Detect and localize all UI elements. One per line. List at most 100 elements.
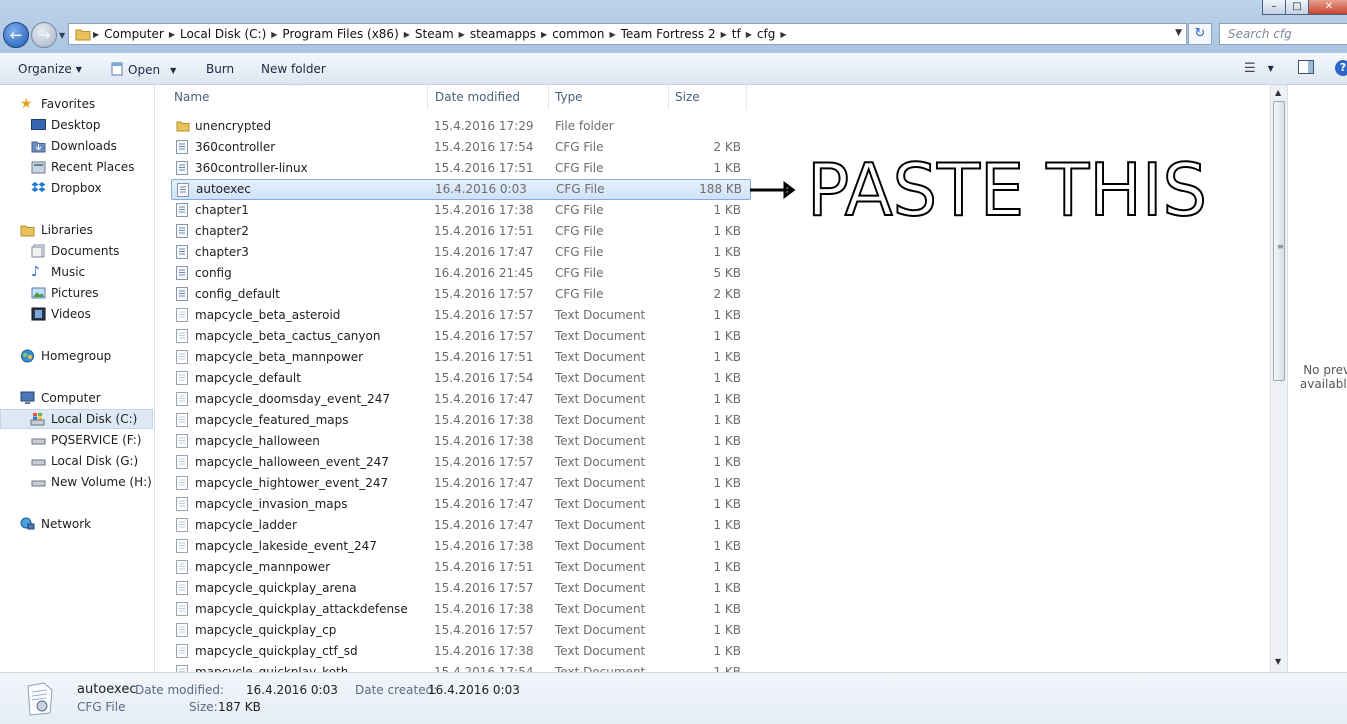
- file-row[interactable]: mapcycle_invasion_maps 15.4.2016 17:47 Tex…: [171, 494, 751, 515]
- nav-recent-places[interactable]: Recent Places: [0, 157, 153, 177]
- nav-homegroup[interactable]: Homegroup: [0, 346, 153, 366]
- search-input[interactable]: Search cfg: [1219, 23, 1347, 45]
- file-date-modified: 15.4.2016 17:38: [434, 644, 534, 658]
- change-view-button[interactable]: ☰ ▼: [1244, 61, 1274, 76]
- help-button[interactable]: ?: [1335, 60, 1347, 76]
- refresh-button[interactable]: ↻: [1188, 23, 1212, 45]
- file-row[interactable]: mapcycle_quickplay_attackdefense 15.4.201…: [171, 599, 751, 620]
- file-size: 1 KB: [713, 602, 741, 616]
- file-row[interactable]: mapcycle_doomsday_event_247 15.4.2016 17:…: [171, 389, 751, 410]
- file-row[interactable]: chapter2 15.4.2016 17:51 CFG File 1 KB: [171, 221, 751, 242]
- file-row[interactable]: mapcycle_halloween_event_247 15.4.2016 17…: [171, 452, 751, 473]
- open-button[interactable]: Open ▼: [110, 62, 176, 77]
- breadcrumb-team-fortress-2[interactable]: Team Fortress 2: [616, 27, 721, 41]
- file-row[interactable]: unencrypted 15.4.2016 17:29 File folder: [171, 116, 751, 137]
- nav-pictures[interactable]: Pictures: [0, 283, 153, 303]
- file-type: Text Document: [555, 623, 646, 637]
- file-row[interactable]: mapcycle_ladder 15.4.2016 17:47 Text Docum…: [171, 515, 751, 536]
- breadcrumb-common[interactable]: common: [547, 27, 609, 41]
- drive-icon: [31, 475, 46, 489]
- file-row[interactable]: mapcycle_default 15.4.2016 17:54 Text Docu…: [171, 368, 751, 389]
- file-row[interactable]: mapcycle_hightower_event_247 15.4.2016 17…: [171, 473, 751, 494]
- file-row[interactable]: config 16.4.2016 21:45 CFG File 5 KB: [171, 263, 751, 284]
- file-row[interactable]: mapcycle_lakeside_event_247 15.4.2016 17:…: [171, 536, 751, 557]
- file-type: Text Document: [555, 413, 646, 427]
- file-row[interactable]: chapter3 15.4.2016 17:47 CFG File 1 KB: [171, 242, 751, 263]
- column-header-type[interactable]: Type: [549, 85, 669, 110]
- scroll-thumb[interactable]: ≡: [1273, 101, 1285, 381]
- column-header-size[interactable]: Size: [669, 85, 747, 110]
- new-folder-button[interactable]: New folder: [261, 62, 326, 76]
- breadcrumb-cfg[interactable]: cfg: [752, 27, 780, 41]
- address-field[interactable]: ▶ Computer ▶ Local Disk (C:) ▶ Program F…: [68, 23, 1187, 45]
- nav-music[interactable]: ♪ Music: [0, 262, 153, 282]
- organize-button[interactable]: Organize ▼: [18, 62, 82, 76]
- file-size: 5 KB: [713, 266, 741, 280]
- file-type: Text Document: [555, 455, 646, 469]
- folder-icon: [75, 29, 91, 41]
- scroll-down-icon[interactable]: ▼: [1275, 657, 1281, 666]
- close-button[interactable]: ✕: [1308, 0, 1347, 15]
- file-row[interactable]: 360controller-linux 15.4.2016 17:51 CFG Fi…: [171, 158, 751, 179]
- file-type: Text Document: [555, 602, 646, 616]
- file-row[interactable]: autoexec 16.4.2016 0:03 CFG File 188 KB: [171, 179, 751, 200]
- maximize-button[interactable]: □: [1285, 0, 1309, 15]
- file-row[interactable]: mapcycle_mannpower 15.4.2016 17:51 Text Do…: [171, 557, 751, 578]
- nav-videos[interactable]: Videos: [0, 304, 153, 324]
- file-row[interactable]: mapcycle_quickplay_arena 15.4.2016 17:57 T…: [171, 578, 751, 599]
- nav-computer[interactable]: Computer: [0, 388, 153, 408]
- column-header-date[interactable]: Date modified: [429, 85, 549, 110]
- text-document-icon: [176, 665, 188, 672]
- file-date-modified: 15.4.2016 17:54: [434, 140, 534, 154]
- file-row[interactable]: mapcycle_beta_mannpower 15.4.2016 17:51 Te…: [171, 347, 751, 368]
- nav-libraries[interactable]: Libraries: [0, 220, 153, 240]
- burn-button[interactable]: Burn: [206, 62, 234, 76]
- file-row[interactable]: mapcycle_quickplay_ctf_sd 15.4.2016 17:38…: [171, 641, 751, 662]
- file-name: mapcycle_default: [195, 371, 301, 385]
- search-placeholder: Search cfg: [1228, 27, 1292, 41]
- file-name: mapcycle_beta_cactus_canyon: [195, 329, 381, 343]
- file-row[interactable]: mapcycle_beta_asteroid 15.4.2016 17:57 Tex…: [171, 305, 751, 326]
- preview-pane-icon: [1298, 60, 1314, 74]
- file-row[interactable]: mapcycle_beta_cactus_canyon 15.4.2016 17:…: [171, 326, 751, 347]
- nav-network[interactable]: Network: [0, 514, 153, 534]
- column-header-name[interactable]: Name: [168, 85, 428, 110]
- breadcrumb-program-files[interactable]: Program Files (x86): [277, 27, 403, 41]
- breadcrumb-steam[interactable]: Steam: [410, 27, 459, 41]
- breadcrumb-computer[interactable]: Computer: [99, 27, 169, 41]
- vertical-scrollbar[interactable]: ▲ ≡ ▼: [1270, 85, 1287, 672]
- file-size: 1 KB: [713, 371, 741, 385]
- nav-local-disk-g[interactable]: Local Disk (G:): [0, 451, 153, 471]
- file-row[interactable]: mapcycle_featured_maps 15.4.2016 17:38 Tex…: [171, 410, 751, 431]
- file-row[interactable]: chapter1 15.4.2016 17:38 CFG File 1 KB: [171, 200, 751, 221]
- forward-button[interactable]: →: [31, 22, 57, 48]
- file-size: 1 KB: [713, 644, 741, 658]
- file-row[interactable]: mapcycle_halloween 15.4.2016 17:38 Text Do…: [171, 431, 751, 452]
- breadcrumb-steamapps[interactable]: steamapps: [465, 27, 541, 41]
- nav-favorites[interactable]: ★ Favorites: [0, 94, 153, 114]
- file-row[interactable]: mapcycle_quickplay_koth 15.4.2016 17:54 Te…: [171, 662, 751, 672]
- nav-downloads[interactable]: Downloads: [0, 136, 153, 156]
- view-details-icon: ☰: [1244, 61, 1256, 76]
- chevron-down-icon[interactable]: ▼: [1175, 28, 1182, 38]
- breadcrumb-tf[interactable]: tf: [727, 27, 746, 41]
- breadcrumb-local-disk[interactable]: Local Disk (C:): [175, 27, 271, 41]
- file-row[interactable]: 360controller 15.4.2016 17:54 CFG File 2 KB: [171, 137, 751, 158]
- preview-pane-button[interactable]: [1298, 60, 1314, 77]
- file-row[interactable]: config_default 15.4.2016 17:57 CFG File 2 K…: [171, 284, 751, 305]
- minimize-button[interactable]: –: [1262, 0, 1286, 15]
- nav-pictures-label: Pictures: [51, 286, 99, 300]
- scroll-up-icon[interactable]: ▲: [1275, 88, 1281, 97]
- nav-local-disk-c[interactable]: Local Disk (C:): [0, 409, 153, 429]
- nav-documents[interactable]: Documents: [0, 241, 153, 261]
- recent-pages-dropdown[interactable]: ▼: [59, 31, 65, 40]
- nav-new-volume[interactable]: New Volume (H:): [0, 472, 153, 492]
- file-row[interactable]: mapcycle_quickplay_cp 15.4.2016 17:57 Text…: [171, 620, 751, 641]
- nav-dropbox[interactable]: Dropbox: [0, 178, 153, 198]
- back-button[interactable]: ←: [3, 22, 29, 48]
- file-name: mapcycle_quickplay_cp: [195, 623, 337, 637]
- breadcrumb-separator[interactable]: ▶: [780, 30, 786, 39]
- nav-desktop[interactable]: Desktop: [0, 115, 153, 135]
- nav-pqservice[interactable]: PQSERVICE (F:): [0, 430, 153, 450]
- file-name: mapcycle_halloween: [195, 434, 320, 448]
